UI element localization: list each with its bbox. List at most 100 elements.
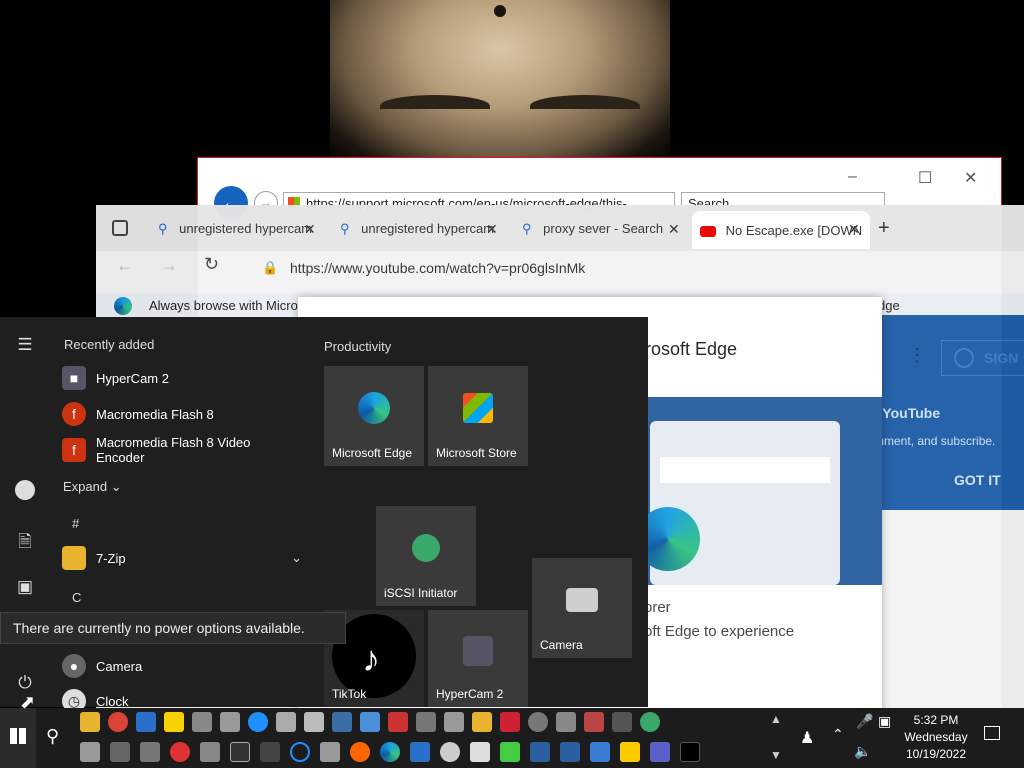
lock-icon: 🔒 bbox=[262, 260, 279, 275]
firefox-icon[interactable] bbox=[350, 742, 370, 762]
app-icon[interactable] bbox=[500, 742, 520, 762]
app-icon[interactable] bbox=[200, 742, 220, 762]
letter-c[interactable]: C bbox=[72, 590, 81, 605]
chevron-down-icon: ⌄ bbox=[110, 479, 122, 494]
maximize-button[interactable]: ☐ bbox=[918, 168, 932, 188]
app-hypercam[interactable]: ■ HyperCam 2 bbox=[62, 362, 302, 394]
user-icon[interactable] bbox=[15, 480, 35, 500]
got-it-button[interactable]: GOT IT bbox=[954, 472, 1001, 488]
close-tab-icon[interactable]: ✕ bbox=[668, 221, 680, 238]
network-icon[interactable]: ▣ bbox=[878, 713, 891, 730]
account-icon bbox=[954, 348, 974, 368]
clock[interactable]: 5:32 PM Wednesday 10/19/2022 bbox=[904, 712, 968, 763]
app-icon[interactable] bbox=[500, 712, 520, 732]
expand-button[interactable]: Expand ⌄ bbox=[63, 479, 122, 495]
edge-address-bar[interactable]: 🔒 https://www.youtube.com/watch?v=pr06gl… bbox=[246, 253, 846, 283]
sticky-notes-icon[interactable] bbox=[164, 712, 184, 732]
app-icon[interactable] bbox=[170, 742, 190, 762]
app-icon[interactable] bbox=[472, 712, 492, 732]
powershell-icon[interactable] bbox=[560, 742, 580, 762]
app-icon[interactable] bbox=[440, 742, 460, 762]
edge-icon[interactable] bbox=[380, 742, 400, 762]
app-icon[interactable] bbox=[528, 712, 548, 732]
notifications-icon[interactable] bbox=[984, 726, 1000, 740]
app-icon[interactable] bbox=[416, 712, 436, 732]
app-icon[interactable] bbox=[444, 712, 464, 732]
app-icon[interactable] bbox=[556, 712, 576, 732]
app-icon[interactable] bbox=[470, 742, 490, 762]
tiktok-icon[interactable] bbox=[680, 742, 700, 762]
expand-label: Expand bbox=[63, 479, 108, 494]
start-button[interactable] bbox=[0, 708, 36, 768]
more-options-icon[interactable]: ⋮ bbox=[908, 345, 926, 366]
app-icon[interactable] bbox=[584, 712, 604, 732]
windows-logo-icon bbox=[10, 728, 26, 744]
app-icon[interactable] bbox=[220, 712, 240, 732]
tab-label: No Escape.exe [DOWN bbox=[725, 223, 863, 238]
close-button[interactable]: ✕ bbox=[964, 168, 977, 188]
app-icon[interactable] bbox=[276, 712, 296, 732]
app-icon[interactable] bbox=[640, 712, 660, 732]
tab-actions-icon[interactable] bbox=[112, 220, 128, 236]
app-icon[interactable] bbox=[140, 742, 160, 762]
app-icon[interactable] bbox=[410, 742, 430, 762]
new-tab-icon[interactable]: + bbox=[878, 217, 890, 240]
cmd-icon[interactable] bbox=[230, 742, 250, 762]
close-tab-icon[interactable]: ✕ bbox=[304, 221, 316, 238]
chevron-down-icon: ⌄ bbox=[291, 550, 302, 565]
app-icon[interactable] bbox=[332, 712, 352, 732]
app-icon[interactable] bbox=[80, 742, 100, 762]
close-tab-icon[interactable]: ✕ bbox=[486, 221, 498, 238]
tab-4-active[interactable]: No Escape.exe [DOWN bbox=[692, 211, 870, 249]
app-icon[interactable] bbox=[260, 742, 280, 762]
file-explorer-icon[interactable] bbox=[80, 712, 100, 732]
microphone-icon[interactable]: 🎤 bbox=[856, 713, 873, 730]
tile-store[interactable]: Microsoft Store bbox=[428, 366, 528, 466]
app-icon[interactable] bbox=[360, 712, 380, 732]
volume-icon[interactable]: 🔈 bbox=[854, 743, 871, 760]
tile-hypercam[interactable]: HyperCam 2 bbox=[428, 610, 528, 707]
app-icon[interactable] bbox=[612, 712, 632, 732]
app-icon[interactable] bbox=[304, 712, 324, 732]
people-icon[interactable]: ♟ bbox=[800, 728, 814, 748]
hamburger-icon[interactable]: ☰ bbox=[14, 335, 36, 357]
cortana-icon[interactable] bbox=[290, 742, 310, 762]
app-flash-encoder[interactable]: f Macromedia Flash 8 Video Encoder bbox=[62, 434, 302, 466]
app-icon[interactable] bbox=[620, 742, 640, 762]
forward-arrow-icon[interactable]: → bbox=[160, 255, 178, 276]
powershell-icon[interactable] bbox=[530, 742, 550, 762]
tab-label: unregistered hypercam bbox=[361, 221, 495, 236]
refresh-icon[interactable]: ↻ bbox=[204, 254, 219, 275]
minimize-button[interactable]: – bbox=[848, 168, 857, 186]
app-camera[interactable]: ● Camera bbox=[62, 650, 302, 682]
app-flash[interactable]: f Macromedia Flash 8 bbox=[62, 398, 302, 430]
sign-in-button[interactable]: SIGN bbox=[941, 340, 1024, 376]
settings-icon[interactable] bbox=[192, 712, 212, 732]
app-icon[interactable] bbox=[110, 742, 130, 762]
app-icon[interactable] bbox=[590, 742, 610, 762]
app-icon[interactable] bbox=[136, 712, 156, 732]
app-icon[interactable] bbox=[320, 742, 340, 762]
close-tab-icon[interactable]: ✕ bbox=[848, 221, 860, 238]
tile-iscsi[interactable]: iSCSI Initiator bbox=[376, 506, 476, 606]
search-icon[interactable]: ⚲ bbox=[46, 726, 59, 747]
pictures-icon[interactable]: ▣ bbox=[14, 577, 36, 599]
tab-3[interactable]: ⚲ proxy sever - Search bbox=[522, 217, 684, 243]
chrome-icon[interactable] bbox=[108, 712, 128, 732]
letter-hash[interactable]: # bbox=[72, 516, 79, 531]
tile-edge[interactable]: Microsoft Edge bbox=[324, 366, 424, 466]
app-icon[interactable] bbox=[388, 712, 408, 732]
tile-camera[interactable]: Camera bbox=[532, 558, 632, 658]
tab-2[interactable]: ⚲ unregistered hypercam bbox=[340, 217, 500, 243]
tile-label: HyperCam 2 bbox=[436, 687, 504, 701]
scroll-up-icon[interactable]: ▲ bbox=[770, 712, 782, 726]
teams-icon[interactable] bbox=[650, 742, 670, 762]
tab-1[interactable]: ⚲ unregistered hypercam bbox=[158, 217, 318, 243]
chevron-up-icon[interactable]: ⌃ bbox=[832, 726, 844, 743]
folder-7zip[interactable]: 7-Zip ⌄ bbox=[62, 542, 302, 574]
back-arrow-icon[interactable]: ← bbox=[116, 255, 134, 276]
tiktok-glyph-icon: ♪ bbox=[362, 638, 380, 679]
scroll-down-icon[interactable]: ▼ bbox=[770, 748, 782, 762]
documents-icon[interactable]: 🗎 bbox=[14, 529, 36, 551]
ie-icon[interactable] bbox=[248, 712, 268, 732]
